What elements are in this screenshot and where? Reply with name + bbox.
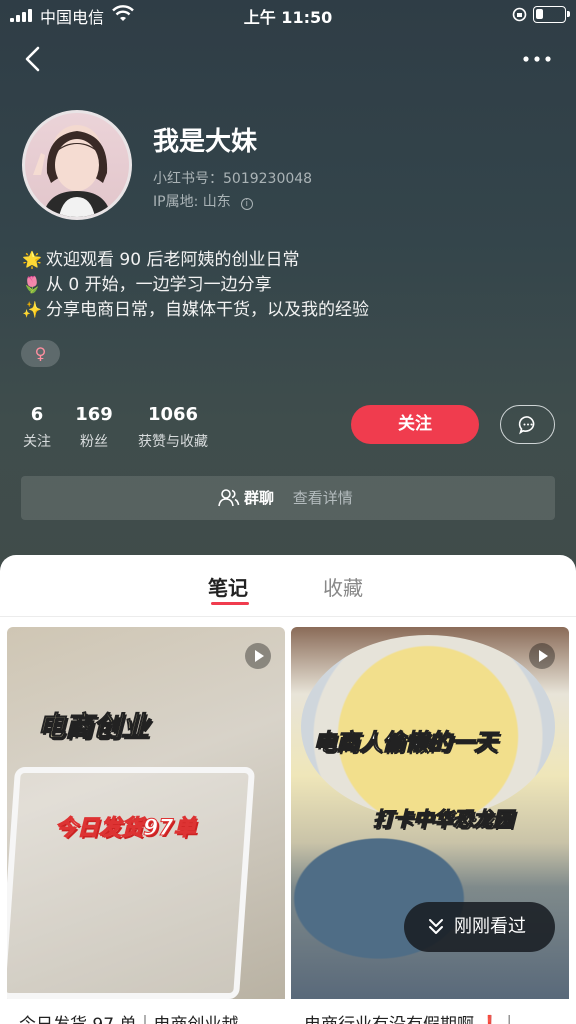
stat-followers[interactable]: 169 粉丝 (74, 404, 114, 451)
stat-label: 关注 (23, 434, 51, 450)
battery-icon (533, 6, 570, 23)
thumbnail-caption: 电商创业 (36, 710, 150, 744)
note-title[interactable]: 今日发货 97 单｜电商创业越 (19, 1010, 274, 1024)
note-title[interactable]: 电商行业有没有假期啊 ❗️｜ (304, 1010, 566, 1024)
chevron-left-icon[interactable] (20, 44, 46, 74)
chat-bubble-icon (518, 416, 535, 435)
user-id: 小红书号：5019230048 (153, 171, 313, 187)
bio-line: ✨ 分享电商日常，自媒体干货，以及我的经验 (22, 295, 369, 320)
group-chat-bar[interactable]: 群聊 查看详情 (21, 476, 555, 520)
info-icon[interactable]: i (240, 198, 253, 210)
divider (0, 616, 576, 617)
status-bar: 中国电信 上午 11:50 (0, 0, 576, 30)
bio-text: 欢迎观看 90 后老阿姨的创业日常 (46, 250, 300, 270)
stat-number: 1066 (147, 404, 199, 425)
group-chat-label: 群聊 (244, 489, 275, 507)
stat-label: 获赞与收藏 (138, 434, 208, 450)
stat-number: 169 (75, 404, 113, 425)
stat-following[interactable]: 6 关注 (20, 404, 54, 451)
sparkles-emoji-icon: ✨ (22, 300, 42, 319)
group-detail-link[interactable]: 查看详情 (293, 489, 353, 507)
thumbnail-caption: 电商人偷懒的一天 (313, 730, 498, 757)
recently-viewed-button[interactable]: 刚刚看过 (404, 902, 555, 952)
bio-line: 🌷 从 0 开始，一边学习一边分享 (22, 270, 272, 295)
stat-label: 粉丝 (80, 434, 108, 450)
bio-text: 从 0 开始，一边学习一边分享 (46, 275, 272, 295)
avatar[interactable] (22, 110, 132, 220)
active-tab-indicator (211, 602, 249, 605)
clock: 上午 11:50 (243, 8, 333, 27)
video-play-icon (529, 643, 555, 669)
star-emoji-icon: 🌟 (22, 250, 42, 269)
note-card[interactable]: 电商创业 今日发货97单 (7, 627, 285, 999)
recently-viewed-label: 刚刚看过 (454, 916, 526, 937)
ip-location-label: IP属地: 山东 (153, 194, 231, 210)
follow-button[interactable]: 关注 (351, 405, 479, 444)
more-dots-icon[interactable] (520, 50, 556, 68)
bio-text: 分享电商日常，自媒体干货，以及我的经验 (46, 300, 369, 320)
group-people-icon (218, 489, 240, 507)
nickname: 我是大妹 (153, 127, 258, 157)
chat-button[interactable] (500, 405, 555, 444)
double-chevron-down-icon (429, 919, 443, 934)
tab-favorites[interactable]: 收藏 (323, 572, 363, 601)
rotation-lock-icon (512, 7, 527, 22)
video-play-icon (245, 643, 271, 669)
stat-likes[interactable]: 1066 获赞与收藏 (133, 404, 213, 451)
note-thumbnail-image (7, 767, 256, 999)
thumbnail-caption: 今日发货97单 (55, 816, 197, 842)
bio-line: 🌟 欢迎观看 90 后老阿姨的创业日常 (22, 245, 299, 270)
tab-notes[interactable]: 笔记 (208, 572, 248, 601)
ip-location: IP属地: 山东 i (153, 191, 253, 211)
tulip-emoji-icon: 🌷 (22, 275, 42, 294)
stat-number: 6 (30, 404, 44, 425)
thumbnail-caption: 打卡中华恐龙园 (373, 807, 514, 832)
female-gender-icon: ♀ (21, 340, 60, 367)
